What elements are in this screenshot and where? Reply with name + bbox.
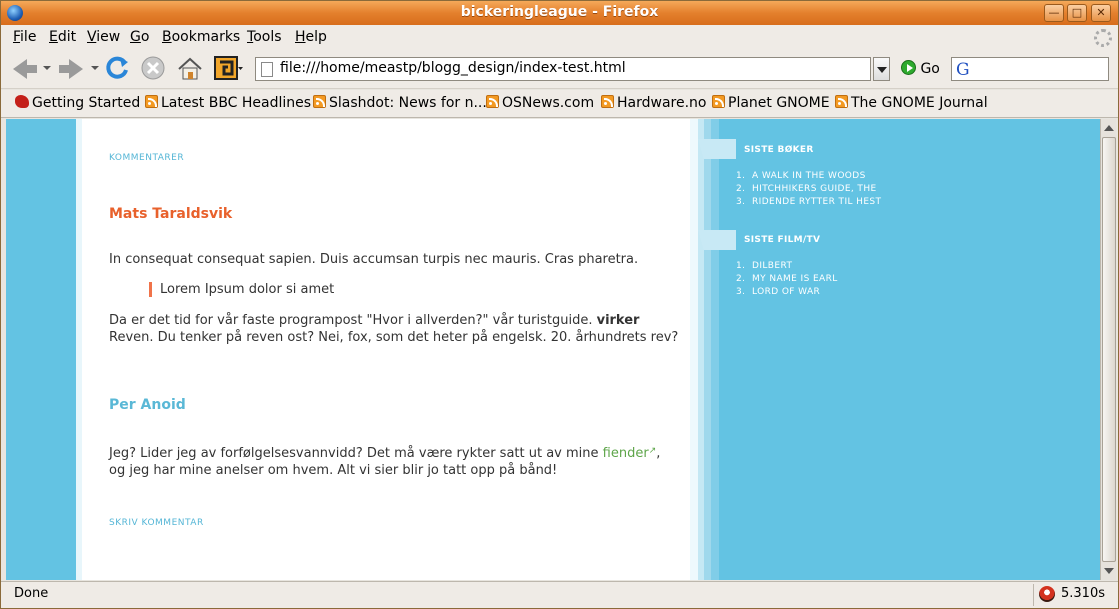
blockquote: Lorem Ipsum dolor si amet <box>149 282 334 297</box>
reload-button[interactable] <box>105 55 133 83</box>
comment-author[interactable]: Mats Taraldsvik <box>109 206 232 222</box>
extension-icon <box>214 56 243 80</box>
home-button[interactable] <box>176 55 204 83</box>
load-timer: 5.310s <box>1061 586 1105 601</box>
status-text: Done <box>14 586 49 601</box>
sidebar-tab-decoration <box>698 230 736 250</box>
menu-tools[interactable]: Tools <box>247 29 282 45</box>
decorative-stripe <box>690 119 698 580</box>
status-bar: Done 5.310s <box>1 581 1118 608</box>
firebug-icon[interactable] <box>1039 586 1055 602</box>
activity-throbber-icon <box>1094 29 1112 47</box>
search-input[interactable]: G <box>951 57 1109 81</box>
address-bar[interactable]: file:///home/meastp/blogg_design/index-t… <box>255 57 871 81</box>
list-item[interactable]: 2. HITCHHIKERS GUIDE, THE <box>736 184 881 197</box>
decorative-stripe <box>704 119 711 580</box>
books-list: 1. A WALK IN THE WOODS 2. HITCHHIKERS GUID… <box>736 171 881 210</box>
stop-icon <box>141 56 165 80</box>
page-icon <box>261 62 273 77</box>
bookmark-slashdot[interactable]: Slashdot: News for n... <box>313 95 487 111</box>
rss-feed-icon <box>712 95 725 108</box>
write-comment-link[interactable]: SKRIV KOMMENTAR <box>109 518 204 528</box>
rss-feed-icon <box>835 95 848 108</box>
bookmark-getting-started[interactable]: Getting Started <box>15 95 140 111</box>
sidebar-tab-decoration <box>698 139 736 159</box>
list-item[interactable]: 2. MY NAME IS EARL <box>736 274 838 287</box>
back-arrow-icon <box>13 59 37 79</box>
comment-intro: In consequat consequat sapien. Duis accu… <box>109 252 639 267</box>
menu-bar: File Edit View Go Bookmarks Tools Help <box>1 25 1118 49</box>
back-history-dropdown[interactable] <box>43 66 51 70</box>
enemies-link[interactable]: fiender <box>603 446 649 461</box>
list-item[interactable]: 3. RIDENDE RYTTER TIL HEST <box>736 197 881 210</box>
scroll-up-icon[interactable] <box>1103 122 1115 134</box>
scroll-thumb[interactable] <box>1102 137 1116 562</box>
window-title: bickeringleague - Firefox <box>460 4 659 20</box>
google-search-engine-icon[interactable]: G <box>956 60 970 80</box>
menu-file[interactable]: File <box>13 29 36 45</box>
films-heading: SISTE FILM/TV <box>744 235 821 245</box>
books-heading: SISTE BØKER <box>744 145 814 155</box>
rss-feed-icon <box>486 95 499 108</box>
browser-window: bickeringleague - Firefox — □ ✕ File Edi… <box>0 0 1119 609</box>
go-arrow-icon <box>901 60 916 75</box>
forward-history-dropdown[interactable] <box>91 66 99 70</box>
menu-edit[interactable]: Edit <box>49 29 76 45</box>
close-icon[interactable]: ✕ <box>1091 4 1111 22</box>
menu-view[interactable]: View <box>87 29 120 45</box>
forward-arrow-icon <box>59 59 83 79</box>
forward-button[interactable] <box>57 55 85 83</box>
rss-feed-icon <box>145 95 158 108</box>
menu-bookmarks[interactable]: Bookmarks <box>162 29 240 45</box>
back-button[interactable] <box>11 55 39 83</box>
stop-button[interactable] <box>140 55 168 83</box>
bookmark-gnome-journal[interactable]: The GNOME Journal <box>835 95 988 111</box>
comment-body: Jeg? Lider jeg av forfølgelsesvannvidd? … <box>109 446 661 478</box>
bookmark-bbc-headlines[interactable]: Latest BBC Headlines <box>145 95 311 111</box>
maximize-icon[interactable]: □ <box>1067 4 1087 22</box>
bookmark-hardware-no[interactable]: Hardware.no <box>601 95 706 111</box>
home-icon <box>178 57 202 80</box>
extension-button[interactable] <box>214 55 243 83</box>
address-history-dropdown[interactable] <box>873 57 890 81</box>
comment-author[interactable]: Per Anoid <box>109 397 186 413</box>
list-item[interactable]: 1. A WALK IN THE WOODS <box>736 171 881 184</box>
red-hat-icon <box>15 95 29 108</box>
list-item[interactable]: 1. DILBERT <box>736 261 838 274</box>
page-viewport: KOMMENTARER Mats Taraldsvik In consequat… <box>6 119 1100 580</box>
bookmark-planet-gnome[interactable]: Planet GNOME <box>712 95 830 111</box>
rss-feed-icon <box>601 95 614 108</box>
vertical-scrollbar[interactable] <box>1100 119 1116 580</box>
menu-help[interactable]: Help <box>295 29 327 45</box>
decorative-stripe <box>711 119 719 580</box>
go-button[interactable]: Go <box>901 60 940 80</box>
content-column <box>76 119 690 580</box>
address-text: file:///home/meastp/blogg_design/index-t… <box>280 60 626 76</box>
status-separator <box>1033 584 1034 606</box>
menu-go[interactable]: Go <box>130 29 149 45</box>
bookmarks-toolbar: Getting Started Latest BBC Headlines Sla… <box>1 90 1118 118</box>
reload-icon <box>106 56 128 79</box>
scroll-down-icon[interactable] <box>1103 565 1115 577</box>
comment-body: Da er det tid for vår faste programpost … <box>109 313 679 345</box>
title-bar: bickeringleague - Firefox — □ ✕ <box>1 1 1118 25</box>
films-list: 1. DILBERT 2. MY NAME IS EARL 3. LORD OF WA… <box>736 261 838 300</box>
comments-heading: KOMMENTARER <box>109 153 185 163</box>
bookmark-osnews[interactable]: OSNews.com <box>486 95 594 111</box>
minimize-icon[interactable]: — <box>1044 4 1064 22</box>
rss-feed-icon <box>313 95 326 108</box>
list-item[interactable]: 3. LORD OF WAR <box>736 287 838 300</box>
